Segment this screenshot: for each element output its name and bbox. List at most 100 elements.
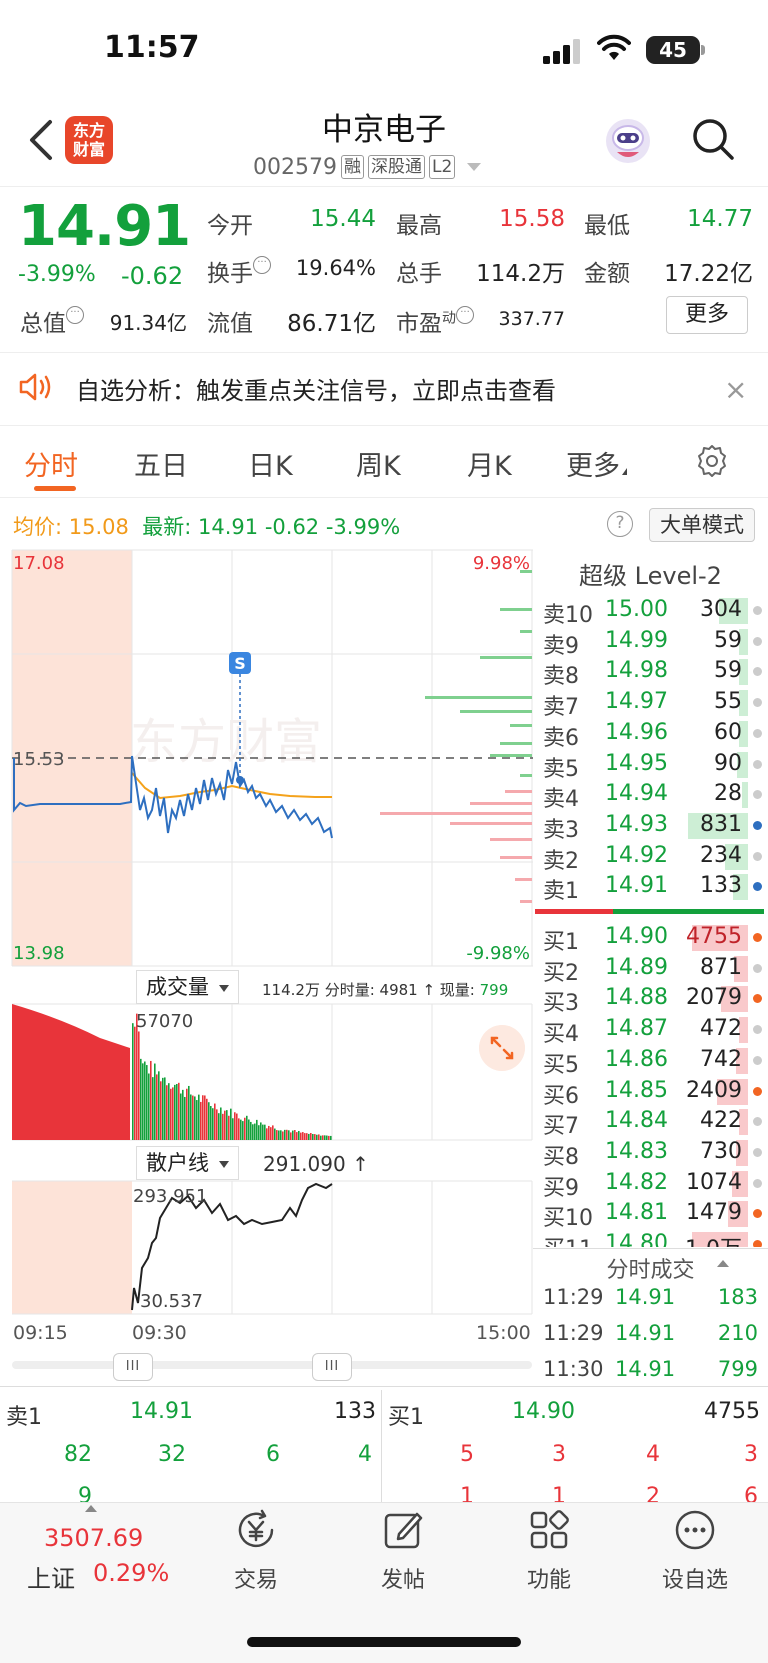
bid-row[interactable]: 买10 14.81 1479 [533,1198,768,1231]
intraday-chart[interactable]: 东方财富 S 17.08 15.53 13.98 9.98% -9.98% 57… [0,548,533,1328]
amount-value: 17.22亿 [664,261,753,287]
nav-trade[interactable]: 交易 [206,1508,306,1594]
total-volume-value: 114.2万 [476,261,565,287]
tab-five-day[interactable]: 五日 [134,444,188,483]
bid-dot [753,1055,762,1065]
bid-row[interactable]: 买8 14.83 730 [533,1137,768,1170]
header-divider [0,186,768,187]
volume-bar [238,1118,240,1140]
ask-row[interactable]: 卖5 14.95 90 [533,749,768,782]
bid-row[interactable]: 买3 14.88 2079 [533,983,768,1016]
tab-daily-k[interactable]: 日K [248,444,293,483]
bid-dot [753,1209,762,1219]
volume-bar [182,1089,184,1140]
expand-icon[interactable] [479,1025,525,1071]
bid-row[interactable]: 买1 14.90 4755 [533,922,768,955]
volume-bar [162,1077,164,1140]
volume-bar [262,1124,264,1140]
notice-text[interactable]: 自选分析：触发重点关注信号，立即点击查看 [76,371,556,406]
gear-icon[interactable] [695,444,729,478]
ask-row[interactable]: 卖2 14.92 234 [533,841,768,874]
big-order-mode-button[interactable]: 大单模式 [649,508,755,542]
avg-value: 15.08 [68,515,129,539]
bid-queue-item: 3 [744,1442,758,1467]
nav-add-favorite[interactable]: 设自选 [645,1508,745,1594]
volume-bar [146,1065,148,1140]
chevron-up-icon[interactable] [717,1260,729,1267]
info-dots-icon[interactable]: ··· [66,306,84,324]
ask-row[interactable]: 卖3 14.93 831 [533,810,768,843]
index-value[interactable]: 3507.69 [44,1524,143,1552]
volume-bar [160,1081,162,1140]
market-cap-label: 总值 ··· [20,304,84,338]
ask-row[interactable]: 卖8 14.98 59 [533,656,768,689]
retail-line-dropdown[interactable]: 散户线 [136,1146,239,1180]
bid-row[interactable]: 买11 14.80 1.0万 [533,1229,768,1247]
info-dots-icon[interactable]: ··· [456,306,474,324]
close-icon[interactable]: × [724,373,747,406]
bid-row[interactable]: 买4 14.87 472 [533,1014,768,1047]
volume-bar [234,1112,236,1140]
ask-row[interactable]: 卖6 14.96 60 [533,718,768,751]
ask-row[interactable]: 卖7 14.97 55 [533,687,768,720]
volume-bar [136,1013,138,1140]
retail-pre-market-shade [12,1181,132,1314]
ask-qty: 831 [700,811,742,837]
chevron-up-icon[interactable] [85,1505,97,1512]
volume-dropdown[interactable]: 成交量 [136,970,239,1004]
info-dots-icon[interactable]: ··· [253,256,271,274]
bid-row[interactable]: 买2 14.89 871 [533,953,768,986]
volume-bar [324,1135,326,1140]
tick-price: 14.91 [615,1357,676,1381]
volume-bar [222,1113,224,1140]
volume-bar [302,1132,304,1140]
index-name[interactable]: 上证 [27,1559,75,1594]
order-book-title[interactable]: 超级 Level-2 [533,556,768,591]
index-percent[interactable]: 0.29% [93,1559,169,1587]
ask-row[interactable]: 卖4 14.94 28 [533,779,768,812]
bid-qty: 871 [700,954,742,980]
bid-row[interactable]: 买6 14.85 2409 [533,1076,768,1109]
pre-market-volume [12,1004,130,1140]
tab-weekly-k[interactable]: 周K [356,444,401,483]
time-open-label: 09:30 [132,1322,187,1344]
level2-tag: L2 [428,155,456,179]
ask-level-label: 卖5 [543,756,579,782]
ask-row[interactable]: 卖10 15.00 304 [533,595,768,628]
bid-dot [753,1240,762,1247]
bid-row[interactable]: 买9 14.82 1074 [533,1168,768,1201]
volume-bar [286,1129,288,1140]
ask-dot [753,728,762,738]
nav-functions-label: 功能 [526,1568,571,1593]
scroller-right-handle[interactable]: III [312,1353,352,1381]
stock-code-row[interactable]: 002579 融 深股通 L2 [253,152,482,182]
ask-qty: 28 [714,781,742,807]
tab-intraday[interactable]: 分时 [24,444,78,483]
tab-monthly-k[interactable]: 月K [467,444,512,483]
help-icon[interactable]: ? [607,511,633,537]
volume-bar [216,1109,218,1140]
turnover-label: 换手 ··· [207,254,271,288]
pe-value: 337.77 [498,308,565,330]
ticks-title[interactable]: 分时成交 [533,1252,768,1284]
ask-qty: 304 [700,597,742,622]
more-button[interactable]: 更多 [666,296,748,334]
tab-more[interactable]: 更多 [566,444,627,483]
bid-dot [753,1117,762,1127]
ask-row[interactable]: 卖9 14.99 59 [533,626,768,659]
price-info-line: 均价: 15.08 最新: 14.91 -0.62 -3.99% [13,511,400,541]
bid-row[interactable]: 买7 14.84 422 [533,1106,768,1139]
time-range-scroller[interactable] [12,1361,532,1369]
bid-row[interactable]: 买5 14.86 742 [533,1045,768,1078]
scroller-left-handle[interactable]: III [113,1353,153,1381]
price-min-label: 13.98 [13,943,65,964]
volume-bar [166,1085,168,1140]
nav-functions[interactable]: 功能 [499,1508,599,1594]
volume-bar [158,1071,160,1140]
volume-bar [202,1095,204,1140]
search-icon[interactable] [690,116,736,162]
nav-post[interactable]: 发帖 [353,1508,453,1594]
tick-price: 14.91 [615,1321,676,1345]
ask-row[interactable]: 卖1 14.91 133 [533,871,768,904]
ai-robot-icon[interactable] [603,116,653,166]
